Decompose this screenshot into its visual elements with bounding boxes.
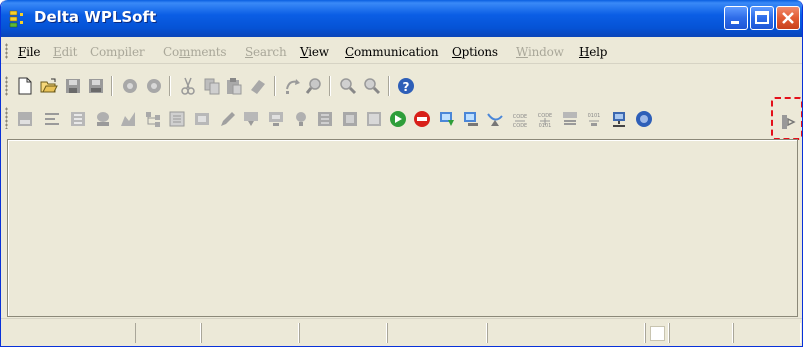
status-panel bbox=[733, 323, 801, 343]
stop-icon[interactable] bbox=[413, 110, 431, 128]
status-indicator bbox=[650, 326, 665, 341]
menu-compiler[interactable]: Compiler bbox=[90, 45, 145, 59]
edit-mode-icon[interactable] bbox=[94, 110, 112, 128]
status-panel bbox=[669, 323, 733, 343]
cut-icon[interactable] bbox=[179, 77, 197, 95]
code-compile-icon[interactable]: CODE0101 bbox=[536, 110, 554, 128]
minimize-button[interactable] bbox=[724, 6, 748, 30]
svg-text:0101: 0101 bbox=[588, 113, 601, 119]
status-indicator-panel bbox=[645, 323, 669, 343]
start-icon[interactable] bbox=[389, 110, 407, 128]
binary-code-icon[interactable]: 0101 bbox=[585, 110, 603, 128]
toolbar-separator bbox=[329, 76, 331, 96]
window-title: Delta WPLSoft bbox=[34, 8, 157, 26]
svg-text:CODE: CODE bbox=[513, 114, 527, 120]
chart-icon[interactable] bbox=[119, 110, 137, 128]
copy-icon[interactable] bbox=[203, 77, 221, 95]
svg-text:?: ? bbox=[403, 80, 410, 94]
info-icon[interactable] bbox=[635, 110, 653, 128]
upload-icon[interactable] bbox=[462, 110, 480, 128]
menu-comments[interactable]: Comments bbox=[163, 45, 227, 59]
code-list-icon[interactable] bbox=[561, 110, 579, 128]
pencil-icon[interactable] bbox=[218, 110, 236, 128]
status-panel bbox=[387, 323, 487, 343]
svg-text:CODE: CODE bbox=[513, 123, 527, 128]
app-window: Delta WPLSoft File Edit Compiler Comment… bbox=[0, 0, 803, 347]
toolbar-separator bbox=[111, 76, 113, 96]
maximize-button[interactable] bbox=[750, 6, 774, 30]
memory-icon[interactable] bbox=[193, 110, 211, 128]
toolbar-grip[interactable] bbox=[5, 107, 8, 129]
menu-bar: File Edit Compiler Comments Search View … bbox=[1, 37, 802, 64]
code-convert-icon[interactable]: CODE CODE bbox=[511, 110, 529, 128]
minimize-icon bbox=[731, 21, 739, 24]
status-bar bbox=[1, 318, 802, 346]
paste-icon[interactable] bbox=[225, 77, 243, 95]
register-edit-icon[interactable] bbox=[341, 110, 359, 128]
menu-communication[interactable]: Communication bbox=[345, 45, 439, 59]
menu-help[interactable]: Help bbox=[579, 45, 607, 59]
register-icon[interactable] bbox=[316, 110, 334, 128]
plc-toolbar: CODE CODE CODE 0101 0101 bbox=[1, 103, 802, 133]
highlight-box bbox=[771, 97, 802, 140]
redo-icon[interactable] bbox=[145, 77, 163, 95]
menu-view[interactable]: View bbox=[300, 45, 329, 59]
svg-text:0101: 0101 bbox=[539, 123, 552, 128]
status-panel bbox=[201, 323, 299, 343]
status-panel bbox=[135, 323, 201, 343]
close-icon bbox=[782, 12, 794, 24]
menu-options[interactable]: Options bbox=[452, 45, 498, 59]
ladder-diagram-icon[interactable] bbox=[16, 110, 34, 128]
menu-file[interactable]: File bbox=[18, 45, 41, 59]
device-icon[interactable] bbox=[365, 110, 383, 128]
save-all-icon[interactable] bbox=[87, 77, 105, 95]
zoom-out-icon[interactable] bbox=[363, 77, 381, 95]
instruction-list-icon[interactable] bbox=[43, 110, 61, 128]
toolbar-separator bbox=[169, 76, 171, 96]
maximize-icon bbox=[755, 11, 769, 24]
help-icon[interactable]: ? bbox=[397, 77, 415, 95]
read-plc-icon[interactable] bbox=[267, 110, 285, 128]
delta-app-icon bbox=[9, 10, 23, 28]
device-monitor-icon[interactable] bbox=[168, 110, 186, 128]
tree-icon[interactable] bbox=[144, 110, 162, 128]
toolbar-grip[interactable] bbox=[5, 76, 8, 96]
go-to-icon[interactable] bbox=[284, 77, 302, 95]
satellite-icon[interactable] bbox=[486, 110, 504, 128]
find-icon[interactable] bbox=[305, 77, 323, 95]
status-panel bbox=[487, 323, 645, 343]
document-area[interactable] bbox=[7, 139, 798, 317]
standard-toolbar: ? bbox=[1, 72, 802, 102]
menu-search[interactable]: Search bbox=[245, 45, 287, 59]
write-plc-icon[interactable] bbox=[242, 110, 260, 128]
close-button[interactable] bbox=[776, 6, 800, 30]
status-panel bbox=[299, 323, 387, 343]
sfc-icon[interactable] bbox=[69, 110, 87, 128]
menu-edit[interactable]: Edit bbox=[53, 45, 78, 59]
menu-window[interactable]: Window bbox=[516, 45, 564, 59]
new-file-icon[interactable] bbox=[16, 77, 34, 95]
toolbar-separator bbox=[388, 76, 390, 96]
title-bar[interactable]: Delta WPLSoft bbox=[1, 0, 802, 37]
eraser-icon[interactable] bbox=[249, 77, 267, 95]
open-folder-icon[interactable] bbox=[40, 77, 58, 95]
menubar-grip[interactable] bbox=[5, 43, 8, 59]
undo-icon[interactable] bbox=[121, 77, 139, 95]
zoom-in-icon[interactable] bbox=[339, 77, 357, 95]
network-icon[interactable] bbox=[610, 110, 628, 128]
save-icon[interactable] bbox=[64, 77, 82, 95]
download-icon[interactable] bbox=[438, 110, 456, 128]
bulb-icon[interactable] bbox=[292, 110, 310, 128]
toolbar-separator bbox=[274, 76, 276, 96]
